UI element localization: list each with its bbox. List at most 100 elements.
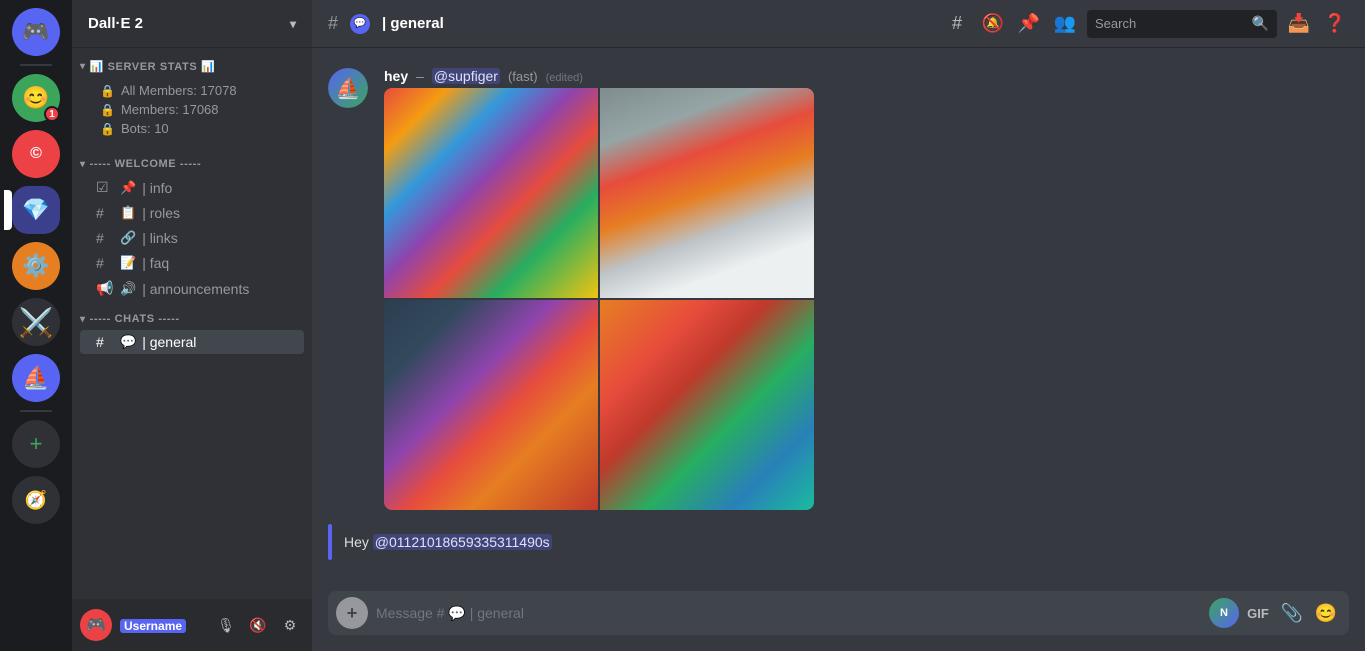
message-speed: (fast) — [508, 69, 538, 84]
server-stats-section: 🔒 All Members: 17078 🔒 Members: 17068 🔒 … — [72, 77, 312, 146]
partial-mention: @01121018659335311490s — [373, 534, 552, 550]
server-gem-icon[interactable]: 💎 — [12, 186, 60, 234]
channel-faq[interactable]: # 📝 | faq — [80, 251, 304, 275]
pin-icon: 📌 — [120, 180, 136, 196]
ai-image-2[interactable] — [600, 88, 814, 298]
help-button[interactable]: ❓ — [1321, 10, 1349, 38]
partial-message-bar — [328, 524, 332, 560]
hash-icon-faq: # — [96, 255, 114, 271]
welcome-chevron: ▾ — [80, 159, 86, 170]
channel-links-label: | links — [142, 230, 178, 246]
server-boat-wrapper: ⛵ — [12, 354, 60, 402]
partial-message-text: Hey @01121018659335311490s — [344, 534, 552, 550]
pin-messages-button[interactable]: 📌 — [1015, 10, 1043, 38]
category-label: 📊 SERVER STATS 📊 — [90, 60, 216, 73]
active-server-indicator — [4, 190, 12, 230]
server-red-icon[interactable]: © — [12, 130, 60, 178]
hash-icon-roles: # — [96, 205, 114, 221]
channel-header-name: | general — [382, 15, 444, 32]
channel-sidebar: Dall·E 2 ▾ ▾ 📊 SERVER STATS 📊 🔒 All Memb… — [72, 0, 312, 651]
server-header[interactable]: Dall·E 2 ▾ — [72, 0, 312, 48]
server-warrior-icon[interactable]: ⚔️ — [12, 298, 60, 346]
server-orange-wrapper: ⚙️ — [12, 242, 60, 290]
user-avatar-emoji: 🎮 — [86, 615, 106, 635]
deafen-button[interactable]: 🔇 — [244, 611, 272, 639]
category-welcome: ▾ ----- WELCOME ----- ☑ 📌 | info # 📋 | r… — [72, 154, 312, 301]
general-chat-icon: 💬 — [120, 334, 136, 350]
username-display: Username — [120, 619, 186, 633]
speaker-icon: 📢 — [96, 280, 114, 297]
channel-roles[interactable]: # 📋 | roles — [80, 201, 304, 225]
channel-general[interactable]: # 💬 | general — [80, 330, 304, 354]
server-gem-wrapper: 💎 — [12, 186, 60, 234]
nitro-icon[interactable]: N — [1209, 598, 1239, 628]
message-input-area: + N GIF 📎 😊 — [312, 591, 1365, 651]
message-separator: – — [416, 68, 424, 84]
lock-icon-1: 🔒 — [100, 84, 115, 98]
discord-home-icon[interactable]: 🎮 — [12, 8, 60, 56]
welcome-label: ----- WELCOME ----- — [90, 158, 202, 170]
gif-button[interactable]: GIF — [1243, 598, 1273, 628]
slowmode-icon: 💬 — [350, 14, 370, 34]
stat-bots-value: Bots: 10 — [121, 121, 169, 136]
stat-members-value: Members: 17068 — [121, 102, 219, 117]
channel-list: ▾ 📊 SERVER STATS 📊 🔒 All Members: 17078 … — [72, 48, 312, 599]
attach-file-button[interactable]: + — [336, 597, 368, 629]
message-group-1: ⛵ hey – @supfiger (fast) (edited) — [328, 64, 1349, 514]
channel-announcements[interactable]: 📢 🔊 | announcements — [80, 276, 304, 301]
stat-bots: 🔒 Bots: 10 — [100, 119, 296, 138]
message-author-1: hey — [384, 68, 408, 84]
server-orange-icon[interactable]: ⚙️ — [12, 242, 60, 290]
add-server-button[interactable]: + — [12, 420, 60, 468]
category-welcome-header[interactable]: ▾ ----- WELCOME ----- — [72, 154, 312, 174]
messages-area: ⛵ hey – @supfiger (fast) (edited) — [312, 48, 1365, 591]
members-list-button[interactable]: 👥 — [1051, 10, 1079, 38]
channel-links[interactable]: # 🔗 | links — [80, 226, 304, 250]
mute-mic-button[interactable]: 🎙 — [212, 611, 240, 639]
message-mention: @supfiger — [432, 68, 500, 84]
category-server-stats-header[interactable]: ▾ 📊 SERVER STATS 📊 — [72, 56, 312, 77]
server-red-wrapper: © — [12, 130, 60, 178]
emoji-button[interactable]: 😊 — [1311, 598, 1341, 628]
channel-header: # 💬 | general # 🔕 📌 👥 Search 🔍 📥 ❓ — [312, 0, 1365, 48]
message-input-box: + N GIF 📎 😊 — [328, 591, 1349, 635]
user-settings-button[interactable]: ⚙ — [276, 611, 304, 639]
stat-members: 🔒 Members: 17068 — [100, 100, 296, 119]
channel-faq-label: | faq — [142, 255, 169, 271]
chats-chevron: ▾ — [80, 314, 86, 325]
message-text-input[interactable] — [376, 605, 1201, 621]
message-avatar-1: ⛵ — [328, 68, 368, 108]
ai-image-4[interactable] — [600, 300, 814, 510]
partial-message: Hey @01121018659335311490s — [328, 520, 1349, 564]
server-smiley-icon[interactable]: 😊 1 — [12, 74, 60, 122]
search-icon: 🔍 — [1252, 15, 1269, 32]
ai-image-1[interactable] — [384, 88, 598, 298]
roles-emoji: 📋 — [120, 205, 136, 221]
channel-announcements-label: | announcements — [142, 281, 249, 297]
channel-info[interactable]: ☑ 📌 | info — [80, 175, 304, 200]
ai-image-3[interactable] — [384, 300, 598, 510]
user-avatar: 🎮 — [80, 609, 112, 641]
category-chats-header[interactable]: ▾ ----- CHATS ----- — [72, 309, 312, 329]
chats-label: ----- CHATS ----- — [90, 313, 180, 325]
stat-all-members-value: All Members: 17078 — [121, 83, 237, 98]
lock-icon-3: 🔒 — [100, 122, 115, 136]
hash-icon-general: # — [96, 334, 114, 350]
server-divider-2 — [20, 410, 52, 412]
channel-roles-label: | roles — [142, 205, 180, 221]
partial-prefix: Hey — [344, 534, 373, 550]
category-server-stats: ▾ 📊 SERVER STATS 📊 🔒 All Members: 17078 … — [72, 56, 312, 146]
mute-channel-button[interactable]: 🔕 — [979, 10, 1007, 38]
search-box[interactable]: Search 🔍 — [1087, 10, 1277, 38]
explore-button[interactable]: 🧭 — [12, 476, 60, 524]
hashtag-button[interactable]: # — [943, 10, 971, 38]
stat-all-members: 🔒 All Members: 17078 — [100, 81, 296, 100]
links-emoji: 🔗 — [120, 230, 136, 246]
inbox-button[interactable]: 📥 — [1285, 10, 1313, 38]
message-content-1: hey – @supfiger (fast) (edited) — [384, 68, 1349, 510]
ai-image-grid — [384, 88, 814, 510]
server-name: Dall·E 2 — [88, 15, 143, 32]
server-smiley-wrapper: 😊 1 — [12, 74, 60, 122]
file-attachment-icon[interactable]: 📎 — [1277, 598, 1307, 628]
server-boat-icon[interactable]: ⛵ — [12, 354, 60, 402]
